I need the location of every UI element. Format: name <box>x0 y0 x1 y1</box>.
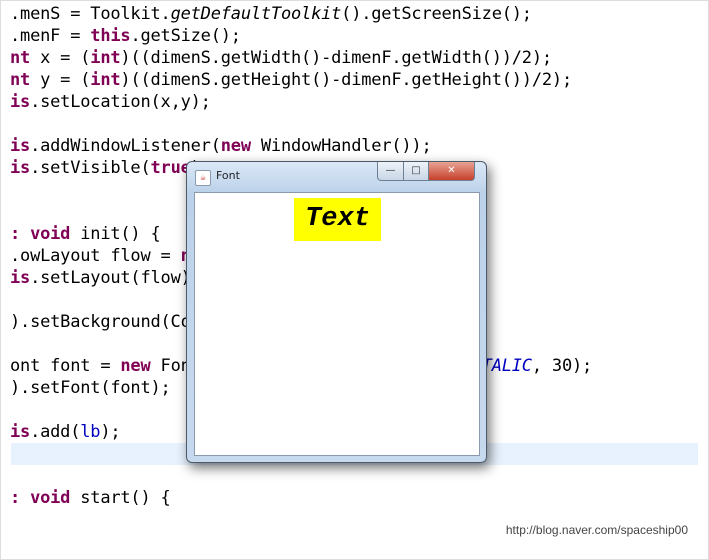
code-token: new <box>220 136 251 156</box>
code-token: is <box>10 92 31 112</box>
code-line: nt x = (int)((dimenS.getWidth()-dimenF.g… <box>10 47 552 69</box>
code-token: new <box>120 356 151 376</box>
code-token: init() { <box>70 224 161 244</box>
font-window[interactable]: ☕ Font — □ ✕ Text <box>186 161 487 463</box>
text-label: Text <box>294 198 381 241</box>
code-token: is <box>10 136 31 156</box>
code-token: .getSize(); <box>130 26 241 46</box>
watermark-url: http://blog.naver.com/spaceship00 <box>505 523 688 537</box>
code-line: is.add(lb); <box>10 421 121 443</box>
code-token: WindowHandler()); <box>250 136 432 156</box>
code-token: .owLayout flow = <box>10 246 181 266</box>
code-token: .setLocation(x,y); <box>30 92 211 112</box>
code-token: this <box>90 26 131 46</box>
code-token: x = ( <box>30 48 91 68</box>
minimize-button[interactable]: — <box>377 162 404 181</box>
code-line: .menS = Toolkit.getDefaultToolkit().getS… <box>10 3 532 25</box>
code-line: : void start() { <box>10 487 171 509</box>
code-token: )((dimenS.getWidth()-dimenF.getWidth())/… <box>120 48 552 68</box>
code-line: is.setLocation(x,y); <box>10 91 211 113</box>
code-token: )((dimenS.getHeight()-dimenF.getHeight()… <box>120 70 572 90</box>
code-token: y = ( <box>30 70 91 90</box>
code-token: : void <box>10 488 71 508</box>
code-token: ().getScreenSize(); <box>341 4 532 24</box>
code-line: ).setFont(font); <box>10 377 171 399</box>
maximize-button[interactable]: □ <box>403 162 429 181</box>
code-line: : void init() { <box>10 223 161 245</box>
code-token: .setVisible( <box>30 158 151 178</box>
code-token: ); <box>100 422 121 442</box>
code-token: is <box>10 268 31 288</box>
code-token: ).setFont(font); <box>10 378 171 398</box>
close-button[interactable]: ✕ <box>428 162 475 181</box>
code-token: lb <box>80 422 101 442</box>
code-token: ont font = <box>10 356 121 376</box>
code-token: .setLayout(flow); <box>30 268 201 288</box>
code-token: menF = <box>20 26 91 46</box>
code-token: int <box>90 70 121 90</box>
code-token: menS = Toolkit. <box>20 4 171 24</box>
window-content: Text <box>194 192 480 456</box>
code-line: is.setVisible(true); <box>10 157 211 179</box>
code-line: is.setLayout(flow); <box>10 267 201 289</box>
code-token: .addWindowListener( <box>30 136 221 156</box>
code-line: nt y = (int)((dimenS.getHeight()-dimenF.… <box>10 69 572 91</box>
code-token: .add( <box>30 422 81 442</box>
code-token: , 30); <box>531 356 593 376</box>
code-token: is <box>10 158 31 178</box>
code-token: nt <box>10 70 31 90</box>
code-token: nt <box>10 48 31 68</box>
code-token: int <box>90 48 121 68</box>
java-icon: ☕ <box>195 170 211 186</box>
code-token: true <box>150 158 191 178</box>
code-token: start() { <box>70 488 171 508</box>
code-token: : void <box>10 224 71 244</box>
code-token: getDefaultToolkit <box>170 4 342 24</box>
code-line: is.addWindowListener(new WindowHandler()… <box>10 135 432 157</box>
code-line: .menF = this.getSize(); <box>10 25 241 47</box>
code-token: . <box>10 4 21 24</box>
code-token: . <box>10 26 21 46</box>
window-title: Font <box>216 169 240 182</box>
code-token: is <box>10 422 31 442</box>
